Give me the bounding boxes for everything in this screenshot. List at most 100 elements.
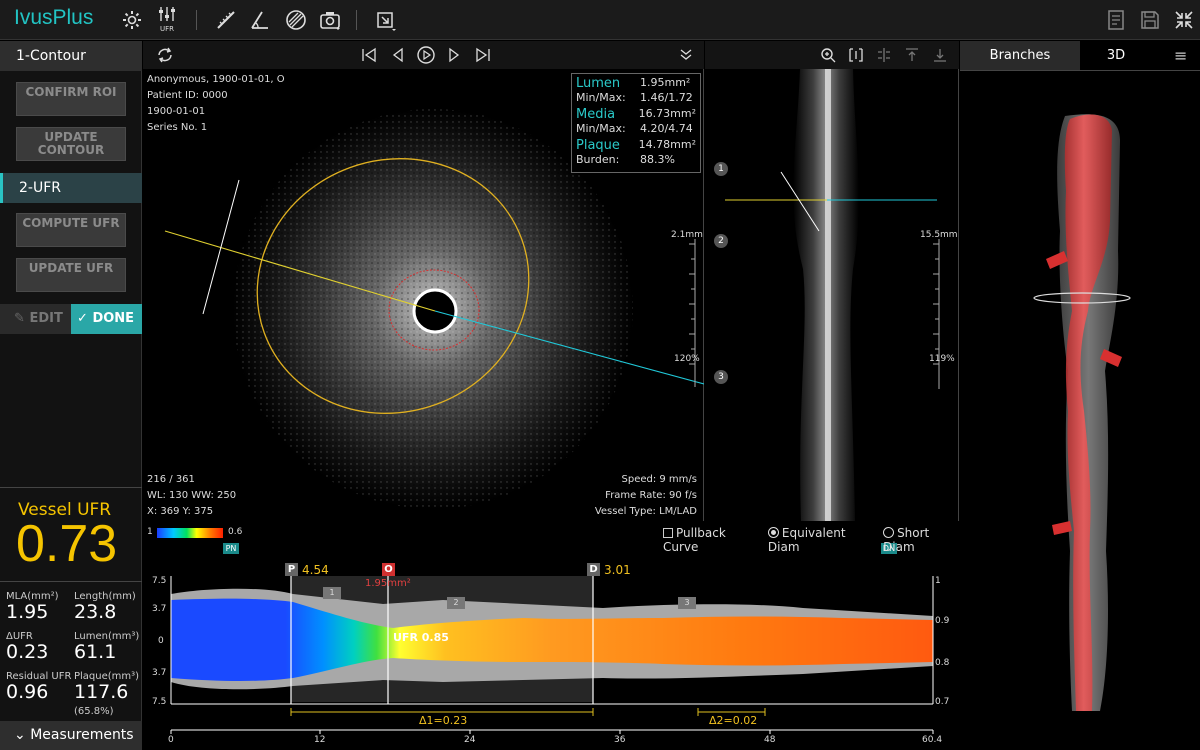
- tab-branches[interactable]: Branches: [960, 41, 1080, 70]
- window-level: WL: 130 WW: 250: [147, 490, 237, 501]
- mla-marker[interactable]: O: [382, 563, 395, 576]
- longitudinal-panel[interactable]: 1 2 3 15.5mm 119%: [705, 41, 959, 521]
- measurements-toggle[interactable]: ⌄ Measurements: [0, 721, 142, 750]
- section-contour[interactable]: 1-Contour: [0, 41, 142, 71]
- align-icon[interactable]: [876, 47, 892, 63]
- frame-rate: Frame Rate: 90 f/s: [605, 490, 697, 501]
- confirm-roi-button[interactable]: CONFIRM ROI: [16, 82, 126, 116]
- pullback-curve-option[interactable]: Pullback Curve: [663, 526, 758, 554]
- measurement-box: Lumen 1.95mm² Min/Max: 1.46/1.72 Media 16.7…: [571, 73, 701, 173]
- 3d-panel: Branches 3D ≡: [960, 41, 1200, 750]
- gear-icon[interactable]: [120, 8, 144, 32]
- fit-icon[interactable]: [848, 47, 864, 63]
- vessel-3d-render[interactable]: [960, 71, 1200, 750]
- series-number: Series No. 1: [147, 122, 208, 133]
- catheter-line: [825, 69, 831, 521]
- lumen-minmax: 1.46/1.72: [640, 91, 693, 104]
- x-tick: 0: [168, 735, 174, 745]
- upload-icon[interactable]: [904, 47, 920, 63]
- y-right-tick: 1: [935, 576, 941, 586]
- patient-id: Patient ID: 0000: [147, 90, 228, 101]
- cursor-coords: X: 369 Y: 375: [147, 506, 214, 517]
- short-diam-option[interactable]: Short Diam: [883, 526, 959, 554]
- top-toolbar: IvusPlus UFR: [0, 0, 1200, 40]
- update-ufr-button[interactable]: UPDATE UFR: [16, 258, 126, 292]
- proximal-value: 4.54: [302, 563, 329, 577]
- scale-top-label: 2.1mm: [671, 230, 703, 240]
- equivalent-diam-option[interactable]: Equivalent Diam: [767, 526, 873, 554]
- menu-icon[interactable]: ≡: [1174, 46, 1187, 65]
- loop-icon[interactable]: [155, 46, 175, 64]
- lumen-minmax-label: Min/Max:: [576, 91, 626, 104]
- edit-button[interactable]: ✎ EDIT: [0, 304, 71, 334]
- longitudinal-image[interactable]: [705, 69, 959, 521]
- measurements-label: Measurements: [30, 727, 134, 743]
- save-icon[interactable]: [1138, 8, 1162, 32]
- patient-date: 1900-01-01: [147, 106, 206, 117]
- collapse-icon[interactable]: [1172, 8, 1196, 32]
- delta1-label: Δ1=0.23: [419, 714, 468, 727]
- section-ufr[interactable]: 2-UFR: [0, 173, 142, 203]
- next-frame-icon[interactable]: [446, 47, 462, 63]
- zoom-icon[interactable]: [820, 47, 836, 63]
- ruler-icon[interactable]: [214, 8, 238, 32]
- ufr-pullback-chart[interactable]: 1 0.6 PN DN Pullback Curve Equivalent Di…: [143, 522, 959, 750]
- left-panel: 1-Contour CONFIRM ROI UPDATE CONTOUR 2-U…: [0, 41, 142, 750]
- lumen-label: Lumen: [576, 76, 621, 91]
- distal-value: 3.01: [604, 563, 631, 577]
- y-tick: 3.7: [152, 668, 167, 678]
- ivus-crosssection-panel[interactable]: Anonymous, 1900-01-01, O Patient ID: 000…: [143, 41, 704, 521]
- burden-value: 88.3%: [640, 153, 675, 166]
- download-icon[interactable]: [932, 47, 948, 63]
- export-icon[interactable]: [374, 8, 398, 32]
- camera-icon[interactable]: [318, 8, 342, 32]
- report-icon[interactable]: [1104, 8, 1128, 32]
- scale-pct-label: 120%: [674, 354, 700, 364]
- compute-ufr-button[interactable]: COMPUTE UFR: [16, 213, 126, 247]
- chevron-double-down-icon[interactable]: [679, 48, 693, 62]
- ufr-settings-icon[interactable]: UFR: [155, 6, 179, 34]
- plaque-label: Plaque: [576, 138, 620, 153]
- longi-scale-top: 15.5mm: [920, 230, 958, 240]
- check-icon: ✓: [77, 311, 88, 326]
- longi-scale-pct: 119%: [929, 354, 955, 364]
- burden-label: Burden:: [576, 153, 620, 166]
- toolbar-divider: [356, 10, 357, 30]
- checkbox-icon: [663, 528, 673, 538]
- segment-marker[interactable]: 3: [714, 370, 728, 384]
- chevron-down-icon: ⌄: [14, 727, 26, 743]
- app-title: IvusPlus: [14, 6, 94, 29]
- metric-value: 61.1: [74, 641, 117, 663]
- proximal-marker[interactable]: P: [285, 563, 298, 576]
- angle-icon[interactable]: [248, 8, 272, 32]
- y-tick: 7.5: [152, 697, 167, 707]
- segment-marker[interactable]: 1: [714, 162, 728, 176]
- metric-value: 0.23: [6, 641, 49, 663]
- first-frame-icon[interactable]: [360, 47, 378, 63]
- x-tick: 60.4: [922, 735, 943, 745]
- patient-info: Anonymous, 1900-01-01, O Patient ID: 000…: [147, 72, 285, 136]
- play-icon[interactable]: [416, 45, 436, 65]
- y-right-tick: 0.7: [935, 697, 950, 707]
- colorbar-min-label: 1: [147, 527, 153, 537]
- distal-marker[interactable]: D: [587, 563, 600, 576]
- segment-label: 3: [678, 597, 696, 609]
- last-frame-icon[interactable]: [474, 47, 492, 63]
- metrics-grid: MLA(mm²) 1.95 Length(mm) 23.8 ΔUFR 0.23 …: [0, 581, 142, 721]
- media-minmax-label: Min/Max:: [576, 122, 626, 135]
- segment-label: 1: [323, 587, 341, 599]
- color-bar: [157, 528, 223, 538]
- metric-value: 23.8: [74, 601, 117, 623]
- hatch-icon[interactable]: [284, 8, 308, 32]
- update-contour-button[interactable]: UPDATE CONTOUR: [16, 127, 126, 161]
- done-button[interactable]: ✓ DONE: [71, 304, 142, 334]
- patient-name: Anonymous, 1900-01-01, O: [147, 74, 285, 85]
- radio-selected-icon: [767, 527, 779, 538]
- y-tick: 3.7: [152, 604, 167, 614]
- vessel-ufr-value: 0.73: [16, 515, 118, 573]
- segment-marker[interactable]: 2: [714, 234, 728, 248]
- prev-frame-icon[interactable]: [390, 47, 406, 63]
- tab-3d[interactable]: 3D: [1080, 41, 1152, 70]
- pencil-icon: ✎: [14, 311, 25, 326]
- media-label: Media: [576, 107, 616, 122]
